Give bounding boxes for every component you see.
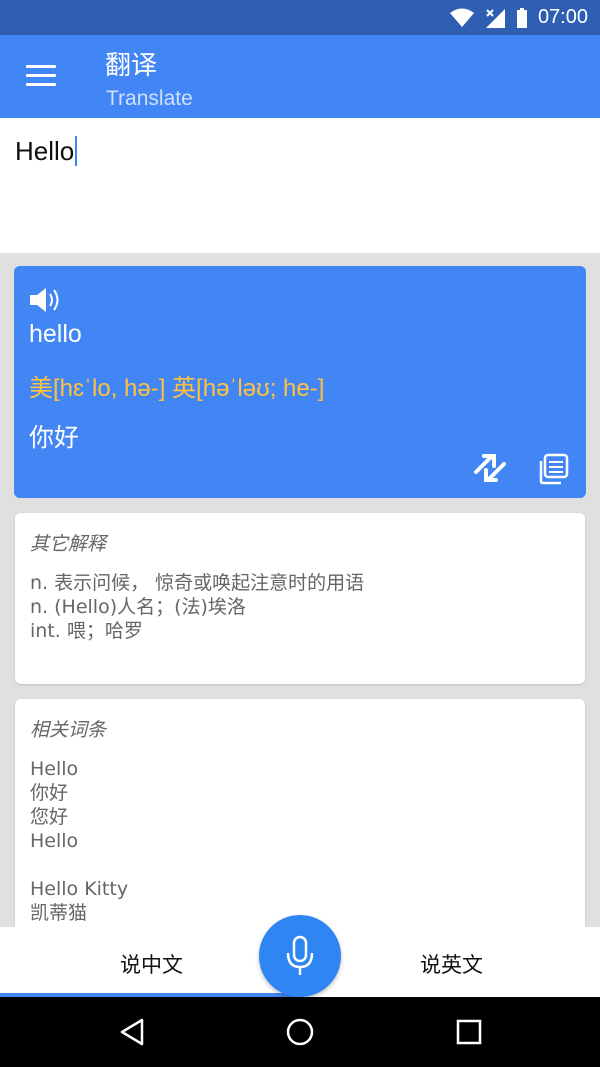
related-item: 你好: [30, 782, 69, 804]
signal-icon: [485, 8, 505, 28]
speaker-icon[interactable]: [28, 286, 64, 314]
wifi-icon: [449, 8, 474, 27]
input-text: Hello: [15, 136, 75, 166]
recents-icon[interactable]: [456, 1017, 482, 1047]
source-text-input[interactable]: Hello: [0, 118, 600, 253]
related-item[interactable]: Hello: [30, 757, 128, 781]
related-item: 凯蒂猫: [30, 902, 88, 924]
menu-icon[interactable]: [26, 65, 56, 87]
status-bar: 07:00: [0, 0, 600, 35]
related-item: Hello: [30, 830, 79, 852]
related-item: 您好: [30, 806, 69, 828]
back-icon[interactable]: [118, 1017, 146, 1047]
text-caret: [75, 136, 78, 166]
related-heading: 相关词条: [30, 719, 107, 741]
microphone-button[interactable]: [259, 915, 341, 997]
app-subtitle: Translate: [106, 87, 193, 110]
meaning-line: int. 喂；哈罗: [30, 620, 143, 642]
other-meanings-card: 其它解释 n. 表示问候， 惊奇或唤起注意时的用语 n. (Hello)人名；(…: [15, 513, 585, 684]
translation-card: hello 美[hɛˈlo, hə-] 英[həˈləʊ; he-] 你好: [14, 266, 586, 498]
translated-text: 你好: [29, 423, 80, 452]
related-list: Hello 你好 您好 Hello Hello Kitty 凯蒂猫: [30, 757, 128, 925]
result-word: hello: [29, 320, 82, 348]
battery-icon: [516, 7, 527, 28]
phonetic-text: 美[hɛˈlo, hə-] 英[həˈləʊ; he-]: [29, 375, 325, 402]
tab-speak-english[interactable]: 说英文: [420, 949, 483, 979]
meaning-line: n. (Hello)人名；(法)埃洛: [30, 596, 246, 618]
home-icon[interactable]: [285, 1017, 315, 1047]
copy-icon[interactable]: [536, 452, 570, 486]
related-spacer: [30, 853, 128, 877]
other-meanings-heading: 其它解释: [30, 533, 107, 555]
swap-icon[interactable]: [472, 450, 508, 486]
app-bar: 翻译 Translate: [0, 35, 600, 118]
related-item[interactable]: Hello Kitty: [30, 877, 128, 901]
microphone-icon: [286, 935, 314, 975]
other-meanings-list: n. 表示问候， 惊奇或唤起注意时的用语 n. (Hello)人名；(法)埃洛 …: [30, 571, 364, 643]
meaning-line: n. 表示问候， 惊奇或唤起注意时的用语: [30, 572, 365, 594]
tab-speak-chinese[interactable]: 说中文: [120, 949, 183, 979]
system-nav-bar: [0, 997, 600, 1067]
app-title: 翻译: [105, 51, 158, 81]
clock: 07:00: [537, 6, 588, 28]
